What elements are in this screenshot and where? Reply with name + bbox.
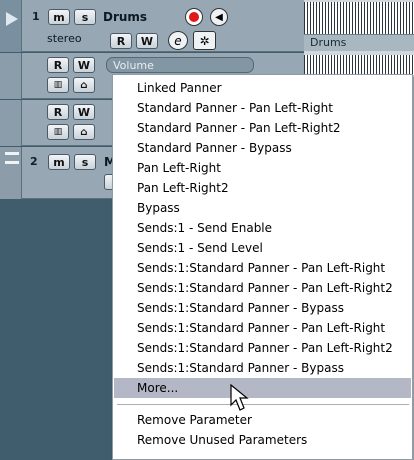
- edit-e-icon[interactable]: e: [168, 31, 188, 50]
- lane-toggle-icon[interactable]: ▥: [47, 77, 69, 93]
- menu-item[interactable]: Standard Panner - Bypass: [114, 138, 411, 158]
- track-drums[interactable]: 1 m s Drums ◀ stereo R W e ✲: [0, 0, 304, 52]
- menu-item-remove-parameter[interactable]: Remove Parameter: [114, 410, 411, 430]
- write-automation-button[interactable]: W: [136, 33, 158, 49]
- solo-button[interactable]: s: [74, 154, 96, 170]
- menu-item[interactable]: Sends:1:Standard Panner - Pan Left-Right: [114, 318, 411, 338]
- menu-item-remove-unused-parameters[interactable]: Remove Unused Parameters: [114, 430, 411, 450]
- read-automation-button[interactable]: R: [47, 57, 69, 73]
- menu-item[interactable]: Sends:1:Standard Panner - Pan Left-Right…: [114, 338, 411, 358]
- write-automation-button[interactable]: W: [73, 104, 95, 120]
- mute-button[interactable]: m: [48, 154, 70, 170]
- automation-parameter-field[interactable]: Volume: [106, 57, 254, 73]
- settings-icon[interactable]: ✲: [193, 31, 216, 50]
- menu-item-more[interactable]: More...: [114, 378, 411, 398]
- menu-item[interactable]: Bypass: [114, 198, 411, 218]
- monitor-speaker-icon[interactable]: ◀: [210, 8, 228, 26]
- track-number: 2: [30, 155, 38, 168]
- channel-config: stereo: [47, 32, 82, 45]
- menu-item[interactable]: Linked Panner: [114, 78, 411, 98]
- track-strip: [0, 53, 22, 99]
- event-label: Drums: [310, 36, 347, 49]
- menu-separator: [117, 404, 409, 406]
- menu-item[interactable]: Sends:1:Standard Panner - Bypass: [114, 298, 411, 318]
- lane-toggle-icon[interactable]: ▥: [47, 124, 69, 140]
- waveform: [304, 55, 414, 75]
- menu-item[interactable]: Sends:1:Standard Panner - Pan Left-Right: [114, 258, 411, 278]
- menu-item[interactable]: Sends:1:Standard Panner - Pan Left-Right…: [114, 278, 411, 298]
- folder-icon[interactable]: ⌂: [73, 77, 95, 93]
- track-strip: [0, 100, 22, 146]
- menu-item[interactable]: Sends:1 - Send Level: [114, 238, 411, 258]
- track-name[interactable]: Drums: [103, 10, 147, 24]
- read-automation-button[interactable]: R: [47, 104, 69, 120]
- menu-item[interactable]: Sends:1 - Send Enable: [114, 218, 411, 238]
- menu-item[interactable]: Pan Left-Right: [114, 158, 411, 178]
- context-menu: Linked Panner Standard Panner - Pan Left-…: [112, 74, 413, 460]
- track-strip: [0, 0, 22, 52]
- menu-item[interactable]: Standard Panner - Pan Left-Right2: [114, 118, 411, 138]
- menu-item[interactable]: Pan Left-Right2: [114, 178, 411, 198]
- folder-icon[interactable]: ⌂: [73, 124, 95, 140]
- read-automation-button[interactable]: R: [110, 33, 132, 49]
- record-icon[interactable]: [185, 8, 203, 26]
- solo-button[interactable]: s: [74, 9, 96, 25]
- write-automation-button[interactable]: W: [73, 57, 95, 73]
- mouse-pointer-icon: [230, 384, 249, 411]
- menu-item[interactable]: Sends:1:Standard Panner - Bypass: [114, 358, 411, 378]
- play-triangle-icon[interactable]: [6, 12, 18, 26]
- menu-item[interactable]: Standard Panner - Pan Left-Right: [114, 98, 411, 118]
- waveform: [304, 2, 414, 34]
- track-number: 1: [32, 10, 40, 23]
- mute-button[interactable]: m: [48, 9, 70, 25]
- folder-lines-icon: [5, 152, 19, 164]
